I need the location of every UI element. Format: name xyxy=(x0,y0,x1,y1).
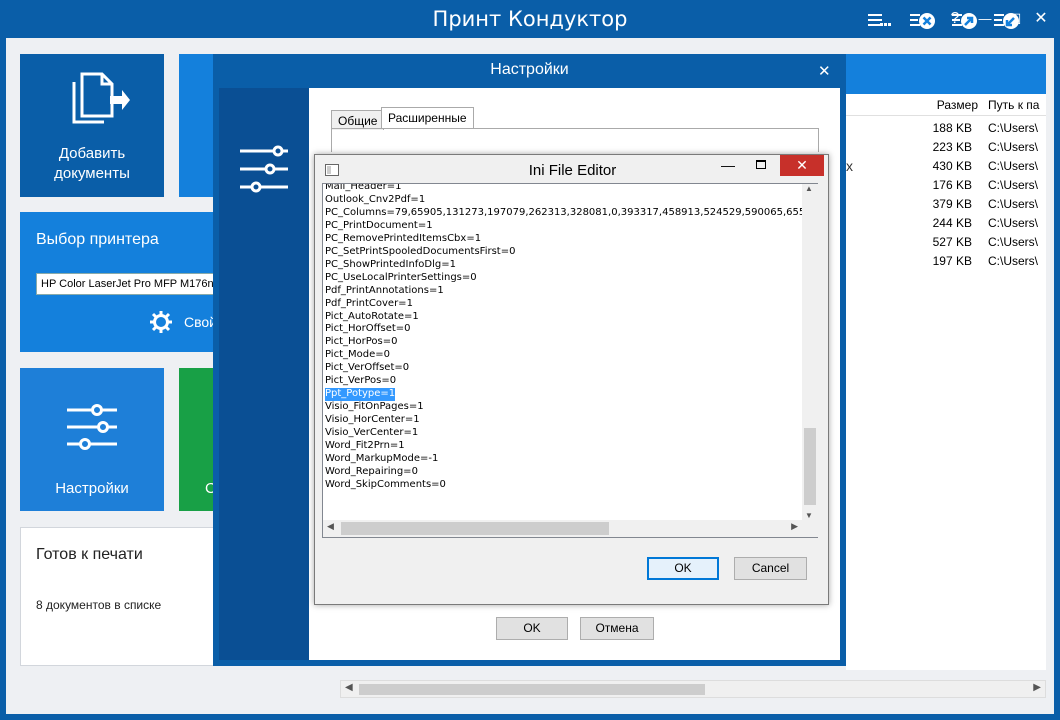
ini-line: Visio_FitOnPages=1 xyxy=(325,401,424,413)
scroll-right-icon[interactable]: ▶ xyxy=(791,521,798,532)
ini-line-selected: Ppt_Potype=1 xyxy=(325,388,396,402)
ini-line: Pict_HorPos=0 xyxy=(325,336,398,348)
ini-line: PC_SetPrintSpooledDocumentsFirst=0 xyxy=(325,245,516,257)
ini-ok-button[interactable]: OK xyxy=(647,557,719,580)
close-button[interactable]: ✕ xyxy=(1026,8,1056,30)
list-horizontal-scrollbar[interactable]: ◀ ▶ xyxy=(340,680,1046,698)
ini-line: Pdf_PrintCover=1 xyxy=(325,297,413,309)
sliders-icon xyxy=(67,404,117,450)
truncated-cell-text: x xyxy=(846,158,853,174)
column-header-size[interactable]: Размер xyxy=(932,98,978,112)
row-size: 176 KB xyxy=(932,178,972,192)
row-path: C:\Users\ xyxy=(988,178,1039,192)
document-list: Размер Путь к па 188 KB C:\Users\ 223 KB C… xyxy=(846,94,1046,670)
ini-line: Pict_HorOffset=0 xyxy=(325,323,411,335)
settings-dialog-title: Настройки xyxy=(490,61,569,78)
table-row[interactable]: 244 KB C:\Users\ xyxy=(846,214,1046,233)
ini-lines: Mail_Header=1 Outlook_Cnv2Pdf=1 PC_Colum… xyxy=(325,183,818,492)
scrollbar-thumb[interactable] xyxy=(804,428,816,505)
scroll-left-icon[interactable]: ◀ xyxy=(345,682,353,693)
app-title: Принт Кондуктор xyxy=(432,7,628,31)
row-size: 244 KB xyxy=(932,216,972,230)
ini-line: Word_MarkupMode=-1 xyxy=(325,453,439,465)
table-row[interactable]: 176 KB C:\Users\ xyxy=(846,176,1046,195)
list-toolbar xyxy=(846,54,1046,94)
ini-line: PC_RemovePrintedItemsCbx=1 xyxy=(325,232,482,244)
table-row[interactable]: 430 KB C:\Users\ xyxy=(846,157,1046,176)
printer-title: Выбор принтера xyxy=(36,231,159,248)
row-path: C:\Users\ xyxy=(988,254,1039,268)
tab-advanced[interactable]: Расширенные xyxy=(381,107,474,129)
table-row[interactable]: 379 KB C:\Users\ xyxy=(846,195,1046,214)
list-header: Размер Путь к па xyxy=(846,94,1046,116)
tab-general[interactable]: Общие xyxy=(331,110,385,130)
ini-line: PC_ShowPrintedInfoDlg=1 xyxy=(325,258,456,270)
documents-count: 8 документов в списке xyxy=(36,598,162,612)
row-path: C:\Users\ xyxy=(988,140,1039,154)
ini-line: Pict_VerOffset=0 xyxy=(325,362,410,374)
row-path: C:\Users\ xyxy=(988,159,1039,173)
settings-close-icon[interactable]: ✕ xyxy=(818,62,831,80)
scrollbar-corner xyxy=(802,520,818,537)
ini-horizontal-scrollbar[interactable]: ◀ ▶ xyxy=(323,520,802,537)
row-path: C:\Users\ xyxy=(988,121,1039,135)
ini-line: PC_UseLocalPrinterSettings=0 xyxy=(325,271,477,283)
ini-line: Visio_VerCenter=1 xyxy=(325,427,419,439)
ini-line: Visio_HorCenter=1 xyxy=(325,414,420,426)
sliders-icon xyxy=(240,145,288,193)
row-size: 430 KB xyxy=(932,159,972,173)
move-up-icon[interactable] xyxy=(950,12,978,30)
row-size: 223 KB xyxy=(932,140,972,154)
scroll-down-icon[interactable]: ▼ xyxy=(805,511,813,520)
scroll-up-icon[interactable]: ▲ xyxy=(805,184,813,193)
remove-icon[interactable] xyxy=(908,12,936,30)
ini-line: Word_Repairing=0 xyxy=(325,465,418,477)
ini-close-button[interactable]: ✕ xyxy=(780,155,824,176)
row-size: 379 KB xyxy=(932,197,972,211)
add-documents-icon xyxy=(72,72,130,124)
ini-line: Pdf_PrintAnnotations=1 xyxy=(325,284,444,296)
printer-dropdown[interactable]: HP Color LaserJet Pro MFP M176n xyxy=(36,273,219,295)
row-path: C:\Users\ xyxy=(988,235,1039,249)
ini-text-area[interactable]: Mail_Header=1 Outlook_Cnv2Pdf=1 PC_Colum… xyxy=(322,183,818,538)
scrollbar-thumb[interactable] xyxy=(341,522,609,535)
scroll-left-icon[interactable]: ◀ xyxy=(327,521,334,532)
table-row[interactable]: 223 KB C:\Users\ xyxy=(846,138,1046,157)
settings-ok-button[interactable]: OK xyxy=(496,617,568,640)
table-row[interactable]: 527 KB C:\Users\ xyxy=(846,233,1046,252)
ini-line: PC_Columns=79,65905,131273,197079,262313… xyxy=(325,206,818,218)
list-settings-icon[interactable] xyxy=(866,12,894,30)
row-path: C:\Users\ xyxy=(988,216,1039,230)
ini-line: Pict_VerPos=0 xyxy=(325,375,397,387)
row-size: 188 KB xyxy=(932,121,972,135)
column-header-path[interactable]: Путь к па xyxy=(988,98,1039,112)
table-row[interactable]: 197 KB C:\Users\ xyxy=(846,252,1046,271)
ini-line: Mail_Header=1 xyxy=(325,183,402,192)
move-down-icon[interactable] xyxy=(992,12,1020,30)
ini-minimize-button[interactable]: — xyxy=(718,157,738,173)
gear-icon[interactable] xyxy=(150,311,172,333)
ini-line: Pict_AutoRotate=1 xyxy=(325,310,419,322)
ini-editor-title: Ini File Editor xyxy=(528,162,617,179)
scrollbar-thumb[interactable] xyxy=(359,684,705,695)
settings-cancel-button[interactable]: Отмена xyxy=(580,617,654,640)
ini-line: Pict_Mode=0 xyxy=(325,349,390,361)
ini-maximize-button[interactable] xyxy=(756,160,766,169)
tab-panel xyxy=(331,128,819,152)
ini-cancel-button[interactable]: Cancel xyxy=(734,557,807,580)
row-path: C:\Users\ xyxy=(988,197,1039,211)
ini-line: Word_SkipComments=0 xyxy=(325,478,446,490)
scroll-right-icon[interactable]: ▶ xyxy=(1033,682,1041,693)
row-size: 527 KB xyxy=(932,235,972,249)
table-row[interactable]: 188 KB C:\Users\ xyxy=(846,119,1046,138)
add-documents-label: Добавить документы xyxy=(54,145,130,182)
row-size: 197 KB xyxy=(932,254,972,268)
ini-line: Outlook_Cnv2Pdf=1 xyxy=(325,193,426,205)
ini-vertical-scrollbar[interactable]: ▲ ▼ xyxy=(802,184,818,520)
ini-line: Word_Fit2Prn=1 xyxy=(325,440,405,452)
status-title: Готов к печати xyxy=(36,546,143,563)
ini-line: PC_PrintDocument=1 xyxy=(325,219,433,231)
settings-label: Настройки xyxy=(55,480,129,497)
